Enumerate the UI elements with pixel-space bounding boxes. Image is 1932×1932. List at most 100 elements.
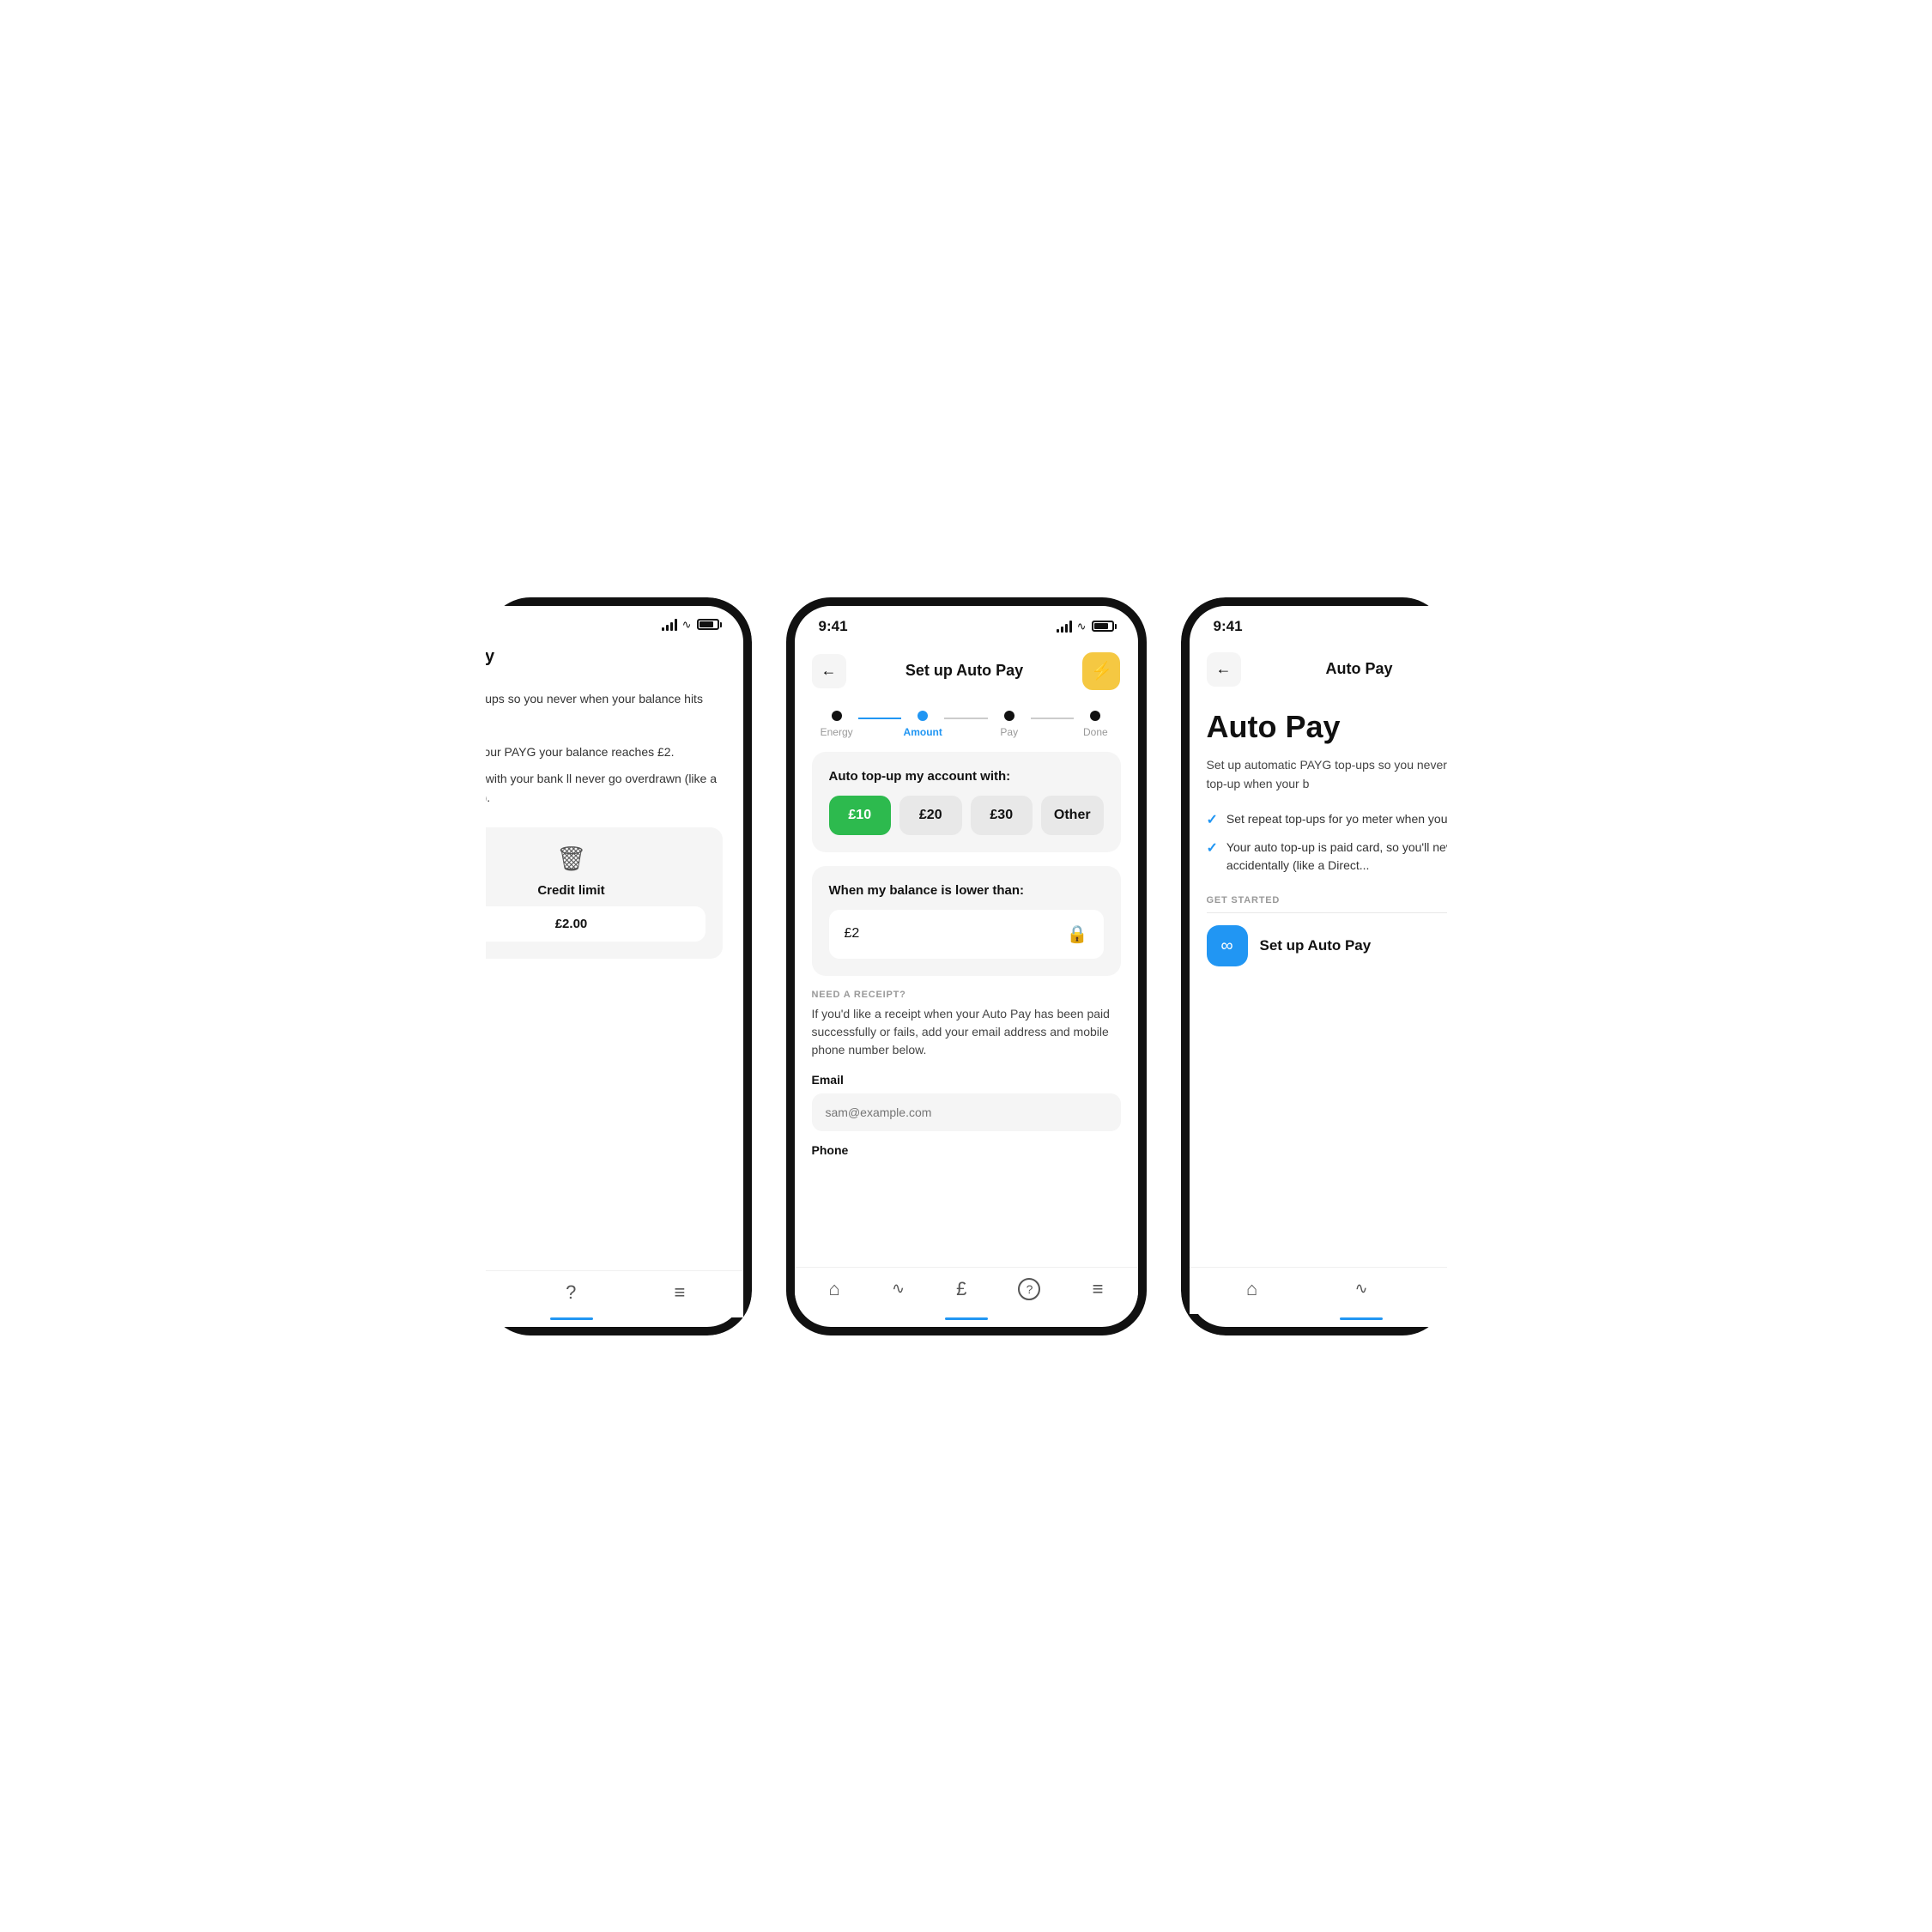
check-mark-2: ✓ [1207, 839, 1218, 857]
check-text-2: Your auto top-up is paid card, so you'll… [1226, 839, 1447, 875]
credit-value: £2.00 [486, 906, 706, 942]
balance-value: £2 [845, 926, 860, 942]
step-line-3 [1031, 718, 1074, 719]
lightning-button[interactable]: ⚡ [1082, 652, 1120, 690]
balance-card: When my balance is lower than: £2 🔒 [812, 866, 1121, 976]
graph-icon: ∿ [892, 1280, 905, 1298]
check-mark-1: ✓ [1207, 811, 1218, 828]
step-amount: Amount [901, 711, 944, 738]
left-text3: o-up is paid with your bank ll never go … [486, 769, 723, 808]
left-phone: ∿ Auto Pay c PAYG top-ups so you never w… [486, 597, 752, 1335]
center-signal-icon [1057, 621, 1072, 633]
amount-buttons-group: £10 £20 £30 Other [829, 796, 1104, 835]
right-tab-home[interactable]: ⌂ [1246, 1278, 1257, 1300]
center-tab-bar: ⌂ ∿ £ ? ≡ [795, 1267, 1138, 1314]
step-line-1 [858, 718, 901, 719]
email-input[interactable] [812, 1093, 1121, 1131]
amount-card-title: Auto top-up my account with: [829, 769, 1104, 784]
right-phone: 9:41 ∿ ← Auto Pay [1181, 597, 1447, 1335]
left-tab-help[interactable]: ? [566, 1281, 576, 1304]
back-arrow-icon: ← [821, 662, 837, 680]
right-graph-icon: ∿ [1354, 1280, 1367, 1298]
home-icon: ⌂ [829, 1278, 840, 1300]
back-button[interactable]: ← [812, 654, 846, 688]
step-pay: Pay [988, 711, 1031, 738]
left-text2: op-ups for your PAYG your balance reache… [486, 742, 723, 761]
left-page-title: Auto Pay [486, 647, 723, 667]
center-scroll-content[interactable]: Auto top-up my account with: £10 £20 £30… [795, 743, 1138, 1267]
auto-pay-title: Auto Pay [1207, 709, 1447, 745]
center-tab-graph[interactable]: ∿ [892, 1280, 905, 1298]
center-status-icons: ∿ [1057, 620, 1114, 633]
receipt-label: NEED A RECEIPT? [812, 990, 1121, 1000]
left-page-title-area: Auto Pay [486, 639, 743, 681]
amount-btn-30[interactable]: £30 [971, 796, 1033, 835]
center-phone: 9:41 ∿ ← Set up Auto Pay ⚡ Energy [786, 597, 1147, 1335]
step-dot-amount [918, 711, 928, 721]
setup-auto-pay-button[interactable]: ∞ Set up Auto Pay [1207, 925, 1447, 966]
amount-btn-20[interactable]: £20 [899, 796, 962, 835]
balance-row: £2 🔒 [829, 910, 1104, 959]
center-time: 9:41 [819, 618, 848, 635]
phone-label: Phone [812, 1143, 1121, 1157]
credit-limit-label: Credit limit [537, 883, 604, 898]
center-tab-pound[interactable]: £ [956, 1278, 966, 1300]
trash-icon: 🗑 [556, 845, 587, 873]
check-text-1: Set repeat top-ups for yo meter when you… [1226, 810, 1447, 828]
receipt-desc: If you'd like a receipt when your Auto P… [812, 1005, 1121, 1059]
auto-pay-desc: Set up automatic PAYG top-ups so you nev… [1207, 755, 1447, 794]
left-phone-container: ∿ Auto Pay c PAYG top-ups so you never w… [486, 597, 752, 1335]
right-tab-graph[interactable]: ∿ [1354, 1280, 1367, 1298]
check-item-2: ✓ Your auto top-up is paid card, so you'… [1207, 839, 1447, 875]
center-menu-icon: ≡ [1093, 1278, 1104, 1300]
check-list: ✓ Set repeat top-ups for yo meter when y… [1207, 810, 1447, 875]
step-energy: Energy [815, 711, 858, 738]
lock-icon: 🔒 [1067, 924, 1088, 945]
step-label-done: Done [1083, 726, 1108, 738]
center-tab-menu[interactable]: ≡ [1093, 1278, 1104, 1300]
left-status-icons: ∿ [662, 618, 719, 632]
left-text1: c PAYG top-ups so you never when your ba… [486, 689, 723, 728]
center-help-icon: ? [1018, 1278, 1040, 1300]
step-dot-done [1090, 711, 1100, 721]
delete-card: 🗑 Credit limit £2.00 [486, 827, 723, 959]
center-wifi-icon: ∿ [1077, 620, 1087, 633]
menu-icon: ≡ [675, 1281, 686, 1304]
receipt-section: NEED A RECEIPT? If you'd like a receipt … [812, 990, 1121, 1157]
left-status-bar: ∿ [486, 606, 743, 639]
right-nav-title: Auto Pay [1325, 660, 1392, 678]
step-line-2 [944, 718, 987, 719]
infinity-icon: ∞ [1207, 925, 1248, 966]
center-tab-help[interactable]: ? [1018, 1278, 1040, 1300]
divider [1207, 912, 1447, 913]
signal-icon [662, 619, 677, 631]
center-nav-bar: ← Set up Auto Pay ⚡ [795, 642, 1138, 699]
balance-card-title: When my balance is lower than: [829, 883, 1104, 898]
email-label: Email [812, 1073, 1121, 1087]
battery-icon [697, 619, 719, 630]
right-time: 9:41 [1214, 618, 1243, 635]
left-tab-bar: £ ? ≡ [486, 1270, 743, 1317]
step-label-energy: Energy [821, 726, 853, 738]
right-status-bar: 9:41 ∿ [1190, 606, 1447, 642]
right-home-icon: ⌂ [1246, 1278, 1257, 1300]
step-label-amount: Amount [904, 726, 942, 738]
amount-btn-other[interactable]: Other [1041, 796, 1104, 835]
amount-card: Auto top-up my account with: £10 £20 £30… [812, 752, 1121, 852]
center-battery-icon [1092, 621, 1114, 632]
right-nav-bar: ← Auto Pay [1190, 642, 1447, 695]
step-label-pay: Pay [1000, 726, 1018, 738]
right-back-button[interactable]: ← [1207, 652, 1241, 687]
right-content: Auto Pay Set up automatic PAYG top-ups s… [1190, 695, 1447, 1267]
amount-btn-10[interactable]: £10 [829, 796, 892, 835]
center-tab-home[interactable]: ⌂ [829, 1278, 840, 1300]
center-status-bar: 9:41 ∿ [795, 606, 1138, 642]
wifi-icon: ∿ [682, 618, 692, 632]
get-started-label: GET STARTED [1207, 895, 1447, 905]
help-icon: ? [566, 1281, 576, 1304]
setup-btn-label: Set up Auto Pay [1260, 937, 1372, 954]
right-tab-bar: ⌂ ∿ £ [1190, 1267, 1447, 1314]
check-item-1: ✓ Set repeat top-ups for yo meter when y… [1207, 810, 1447, 828]
right-phone-container: 9:41 ∿ ← Auto Pay [1181, 597, 1447, 1335]
left-tab-menu[interactable]: ≡ [675, 1281, 686, 1304]
